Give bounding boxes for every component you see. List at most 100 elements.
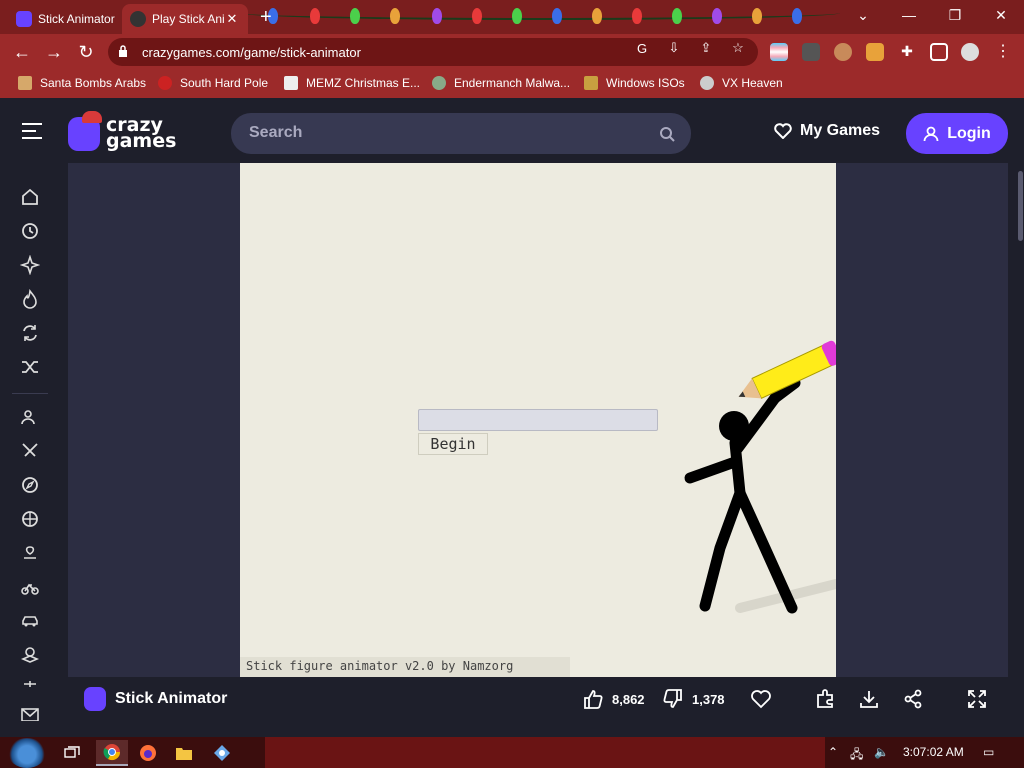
scrollbar-thumb[interactable] <box>1018 171 1023 241</box>
like-button[interactable]: 8,862 <box>582 687 645 711</box>
bookmark-santa-bombs-arabs[interactable]: Santa Bombs Arabs <box>18 76 146 90</box>
bookmark-endermanch-malware[interactable]: Endermanch Malwa... <box>432 76 570 90</box>
updated-icon[interactable] <box>20 323 40 343</box>
santa-hat-icon <box>82 111 102 123</box>
tab-label: Play Stick Animator <box>152 12 224 26</box>
bookmark-vx-heaven[interactable]: VX Heaven <box>700 76 783 90</box>
tab-stick-animator[interactable]: Stick Animator <box>8 4 128 34</box>
page-scrollbar[interactable] <box>1016 163 1024 737</box>
menu-toggle-icon[interactable] <box>22 123 42 141</box>
tab-label: Stick Animator <box>38 12 115 26</box>
trending-icon[interactable] <box>20 288 40 309</box>
reload-button[interactable]: ↻ <box>74 40 98 64</box>
show-hidden-icons-icon[interactable]: ⌃ <box>828 745 838 759</box>
address-bar[interactable]: crazygames.com/game/stick-animator <box>108 38 758 66</box>
crazygames-logo[interactable]: crazy games <box>68 111 178 155</box>
install-app-icon[interactable]: ⇩ <box>666 40 682 56</box>
bookmark-icon <box>284 76 298 90</box>
report-button[interactable] <box>814 687 844 711</box>
action-center-icon[interactable]: ▭ <box>983 745 994 759</box>
share-icon[interactable]: ⇪ <box>698 40 714 56</box>
game-title: Stick Animator <box>115 690 228 707</box>
action-icon[interactable] <box>20 441 40 461</box>
clicker-icon[interactable] <box>20 645 40 665</box>
my-games-button[interactable]: My Games <box>774 122 880 140</box>
favorite-button[interactable] <box>750 687 780 711</box>
multiplayer-icon[interactable] <box>20 407 40 427</box>
bookmark-windows-isos[interactable]: Windows ISOs <box>584 76 685 90</box>
bookmark-star-icon[interactable]: ☆ <box>730 40 746 56</box>
lock-icon <box>119 45 127 57</box>
back-button[interactable]: ← <box>10 40 34 64</box>
chrome-icon[interactable] <box>96 740 128 766</box>
extension-orange-icon[interactable] <box>866 43 884 61</box>
download-button[interactable] <box>858 687 888 711</box>
profile-avatar-icon[interactable] <box>961 43 979 61</box>
tab-close-icon[interactable]: ✕ <box>224 11 240 27</box>
firefox-icon[interactable] <box>132 740 164 766</box>
bookmarks-bar: Santa Bombs Arabs South Hard Pole MEMZ C… <box>0 70 1024 98</box>
bookmark-icon <box>432 76 446 90</box>
search-input[interactable]: Search <box>231 113 691 154</box>
recent-icon[interactable] <box>20 221 40 241</box>
stick-figure-pencil-illustration <box>684 340 836 614</box>
forward-button[interactable]: → <box>42 40 66 64</box>
game-info-bar: Stick Animator 8,862 1,378 <box>68 677 1008 721</box>
share-icon <box>904 689 922 709</box>
game-canvas[interactable]: Begin Stick figure animator v2.0 by Namz… <box>240 163 836 677</box>
side-panel-icon[interactable] <box>930 43 948 61</box>
volume-icon[interactable]: 🔈 <box>874 745 889 759</box>
taskbar-clock[interactable]: 3:07:02 AM <box>903 745 964 759</box>
search-placeholder: Search <box>249 124 303 141</box>
start-button[interactable] <box>8 738 46 768</box>
car-icon[interactable] <box>20 611 40 631</box>
adventure-icon[interactable] <box>20 475 40 495</box>
animation-name-input[interactable] <box>418 409 658 431</box>
logo-text-bottom: games <box>106 130 177 152</box>
bookmark-icon <box>700 76 714 90</box>
christmas-lights <box>240 0 840 34</box>
game-favicon-icon <box>130 11 146 27</box>
restore-button[interactable]: ❐ <box>932 0 978 30</box>
taskbar-background <box>265 737 825 768</box>
category-sidebar <box>0 163 60 737</box>
new-tab-button[interactable]: + <box>260 6 272 29</box>
minimize-button[interactable]: — <box>886 0 932 30</box>
bookmark-south-hard-pole[interactable]: South Hard Pole <box>158 76 268 90</box>
task-view-icon[interactable] <box>56 740 88 766</box>
chrome-menu-icon[interactable]: ⋮ <box>994 43 1012 61</box>
dislikes-count: 1,378 <box>692 691 725 707</box>
more-icon[interactable] <box>20 679 40 687</box>
extensions-puzzle-icon[interactable]: ✚ <box>898 43 916 61</box>
fullscreen-button[interactable] <box>966 687 996 711</box>
login-button[interactable]: Login <box>906 113 1008 154</box>
dislike-button[interactable]: 1,378 <box>662 687 725 711</box>
tab-play-stick-animator[interactable]: Play Stick Animator ✕ <box>122 4 248 34</box>
file-explorer-icon[interactable] <box>168 740 200 766</box>
google-icon[interactable]: G <box>634 40 650 56</box>
extension-avatar-icon[interactable] <box>834 43 852 61</box>
credit-text: Stick figure animator v2.0 by Namzorg <box>246 659 514 673</box>
extension-s-icon[interactable] <box>802 43 820 61</box>
casual-icon[interactable] <box>20 543 40 563</box>
home-icon[interactable] <box>20 187 40 207</box>
site-header: crazy games Search My Games Login <box>0 103 1024 163</box>
close-window-button[interactable]: ✕ <box>978 0 1024 30</box>
game-logo-icon <box>84 687 106 711</box>
network-icon[interactable]: 🖧 <box>850 745 863 766</box>
share-button[interactable] <box>902 687 932 711</box>
extension-flag-icon[interactable] <box>770 43 788 61</box>
bike-icon[interactable] <box>20 577 40 597</box>
tab-search-button[interactable]: ⌄ <box>840 0 886 30</box>
random-icon[interactable] <box>20 357 40 377</box>
search-icon[interactable] <box>659 126 675 142</box>
heart-icon <box>774 123 792 139</box>
network-app-icon[interactable] <box>206 740 238 766</box>
bookmark-icon <box>158 76 172 90</box>
windows-taskbar: ⌃ 🖧 🔈 3:07:02 AM ▭ <box>0 737 1024 768</box>
begin-button[interactable]: Begin <box>418 433 488 455</box>
new-icon[interactable] <box>19 254 41 276</box>
download-icon <box>860 691 878 708</box>
bookmark-memz-christmas[interactable]: MEMZ Christmas E... <box>284 76 420 90</box>
sports-icon[interactable] <box>20 509 40 529</box>
